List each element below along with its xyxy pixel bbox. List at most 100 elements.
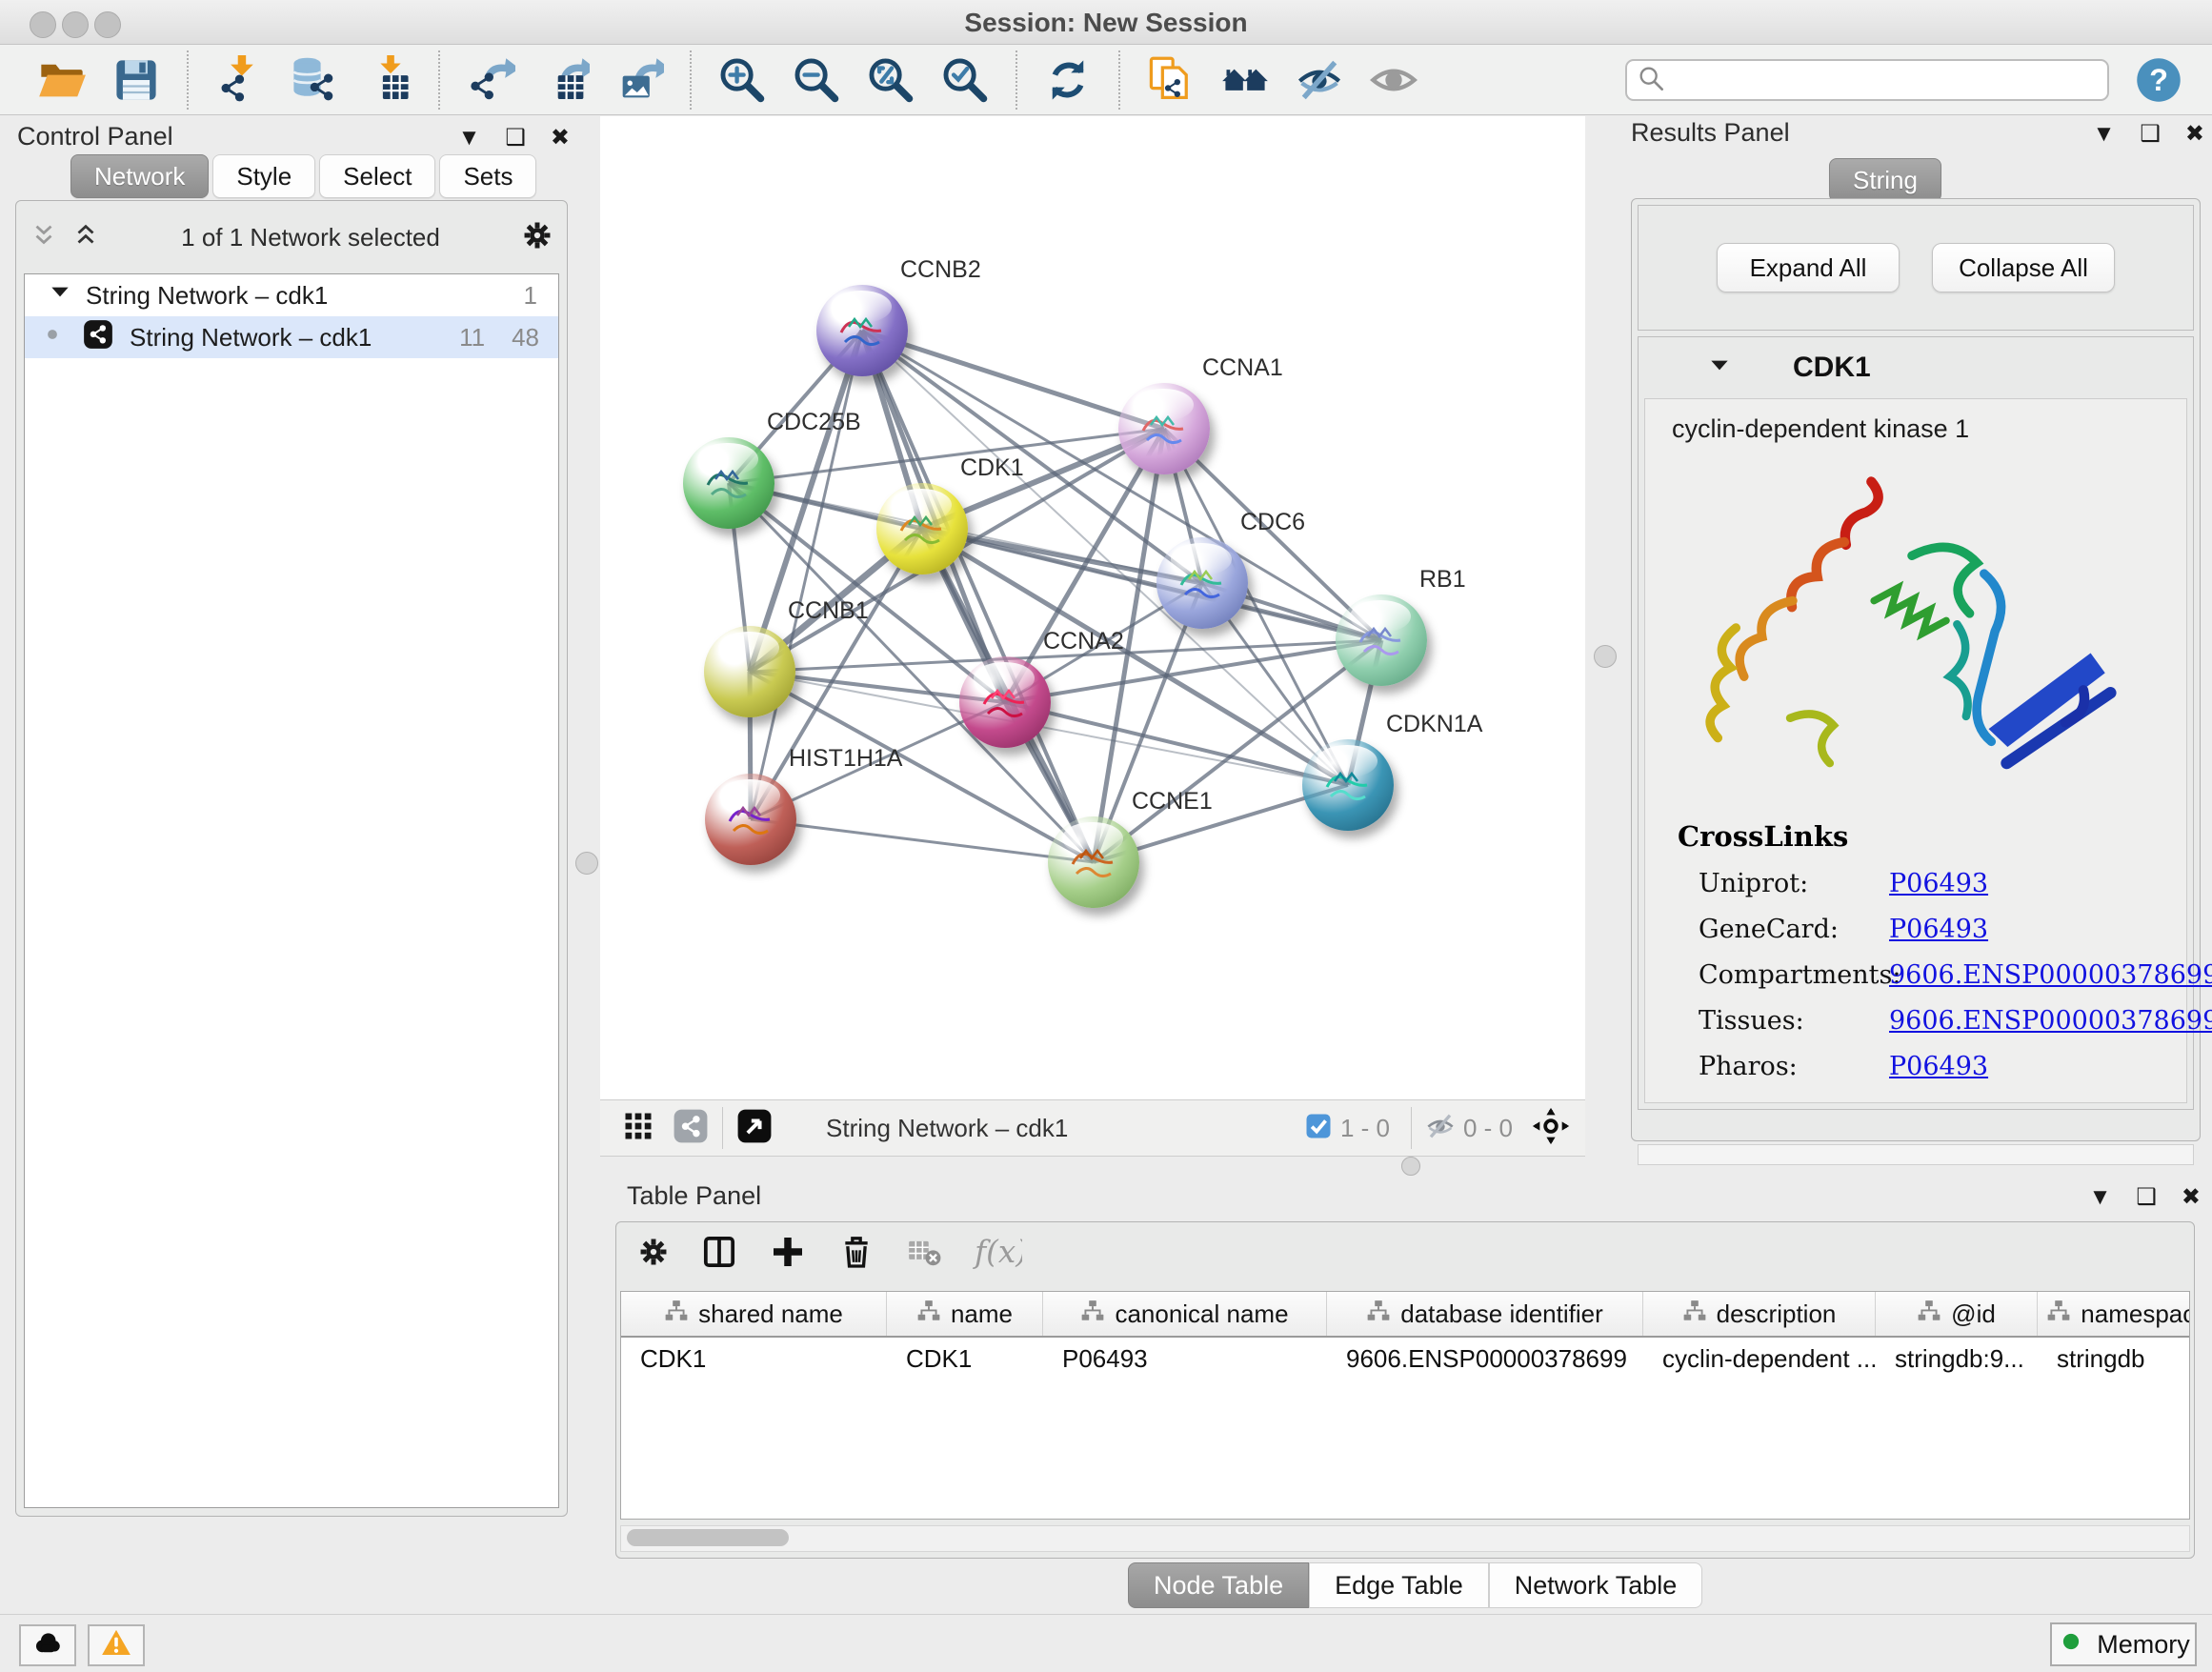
crosslink-link[interactable]: 9606.ENSP00000378699 bbox=[1889, 960, 2212, 990]
column-header-id[interactable]: @id bbox=[1876, 1292, 2038, 1336]
export-image-button[interactable] bbox=[602, 50, 676, 111]
close-panel-icon[interactable]: ✖ bbox=[2185, 120, 2204, 148]
crosslink-link[interactable]: P06493 bbox=[1889, 915, 1988, 944]
collection-expander-icon[interactable] bbox=[48, 280, 72, 312]
table-settings-gear-icon[interactable] bbox=[637, 1236, 670, 1273]
eye-hide-button[interactable] bbox=[1282, 50, 1357, 111]
table-cell[interactable]: CDK1 bbox=[887, 1344, 1043, 1374]
tab-string[interactable]: String bbox=[1829, 158, 1941, 202]
tab-select[interactable]: Select bbox=[319, 154, 435, 198]
add-column-icon[interactable] bbox=[769, 1233, 807, 1276]
save-floppy-button[interactable] bbox=[99, 50, 173, 111]
collapse-all-icon[interactable] bbox=[30, 221, 58, 254]
table-cell[interactable]: 9606.ENSP00000378699 bbox=[1327, 1344, 1643, 1374]
close-panel-icon[interactable]: ✖ bbox=[2182, 1183, 2201, 1211]
network-node-ccna2[interactable] bbox=[959, 656, 1051, 748]
zoom-in-button[interactable] bbox=[705, 50, 779, 111]
export-table-button[interactable] bbox=[528, 50, 602, 111]
toolbar-groups bbox=[25, 50, 1431, 111]
node-table[interactable]: shared name name canonical name database… bbox=[620, 1291, 2190, 1520]
tab-network-table[interactable]: Network Table bbox=[1489, 1562, 1703, 1608]
open-folder-button[interactable] bbox=[25, 50, 99, 111]
crosslink-link[interactable]: P06493 bbox=[1889, 1052, 1988, 1081]
network-node-hist1h1a[interactable] bbox=[705, 774, 796, 865]
network-share-icon[interactable] bbox=[673, 1108, 709, 1149]
panel-menu-icon[interactable]: ▼ bbox=[2093, 121, 2116, 148]
column-tree-icon bbox=[664, 1299, 689, 1330]
import-table-button[interactable] bbox=[351, 50, 425, 111]
network-node-cdk1[interactable] bbox=[876, 483, 968, 574]
network-node-ccna1[interactable] bbox=[1118, 383, 1210, 474]
import-network-button[interactable] bbox=[202, 50, 276, 111]
table-row[interactable]: CDK1CDK1P064939606.ENSP00000378699cyclin… bbox=[621, 1338, 2189, 1380]
column-header-namespace[interactable]: namespace bbox=[2038, 1292, 2190, 1336]
column-header-name[interactable]: name bbox=[887, 1292, 1043, 1336]
panel-menu-icon[interactable]: ▼ bbox=[458, 125, 481, 151]
collapse-all-button[interactable]: Collapse All bbox=[1932, 243, 2115, 292]
right-splitter-handle[interactable] bbox=[1594, 645, 1617, 668]
left-splitter[interactable] bbox=[573, 116, 600, 1174]
tab-node-table[interactable]: Node Table bbox=[1128, 1562, 1309, 1608]
column-header-description[interactable]: description bbox=[1643, 1292, 1876, 1336]
homes-button[interactable] bbox=[1208, 50, 1282, 111]
memory-button[interactable]: Memory bbox=[2050, 1622, 2197, 1666]
help-button[interactable]: ? bbox=[2134, 55, 2183, 105]
tab-sets[interactable]: Sets bbox=[439, 154, 536, 198]
network-node-rb1[interactable] bbox=[1336, 594, 1427, 686]
cloud-status-button[interactable] bbox=[19, 1624, 76, 1666]
tab-network[interactable]: Network bbox=[70, 154, 209, 198]
float-panel-icon[interactable]: ❑ bbox=[2136, 1183, 2157, 1211]
table-h-scrollbar[interactable] bbox=[620, 1525, 2190, 1552]
move-crosshair-icon[interactable] bbox=[1532, 1107, 1570, 1150]
column-header-canonicalname[interactable]: canonical name bbox=[1043, 1292, 1327, 1336]
tab-edge-table[interactable]: Edge Table bbox=[1309, 1562, 1489, 1608]
results-scrollbar[interactable] bbox=[1638, 1144, 2194, 1165]
crosslink-link[interactable]: P06493 bbox=[1889, 869, 1988, 898]
network-node-ccne1[interactable] bbox=[1048, 816, 1139, 908]
close-panel-icon[interactable]: ✖ bbox=[551, 124, 570, 151]
zoom-fit-button[interactable] bbox=[854, 50, 928, 111]
duplicate-network-button[interactable] bbox=[1134, 50, 1208, 111]
table-cell[interactable]: P06493 bbox=[1043, 1344, 1327, 1374]
delete-column-icon[interactable] bbox=[837, 1233, 875, 1276]
table-cell[interactable]: stringdb:9... bbox=[1876, 1344, 2038, 1374]
table-cell[interactable]: cyclin-dependent ... bbox=[1643, 1344, 1876, 1374]
network-node-cdc6[interactable] bbox=[1156, 537, 1248, 629]
refresh-button[interactable] bbox=[1031, 50, 1105, 111]
table-cell[interactable]: stringdb bbox=[2038, 1344, 2190, 1374]
table-cell[interactable]: CDK1 bbox=[621, 1344, 887, 1374]
float-panel-icon[interactable]: ❑ bbox=[505, 124, 526, 151]
thumbnail-grid-icon[interactable] bbox=[621, 1109, 655, 1148]
crosslink-link[interactable]: 9606.ENSP00000378699 bbox=[1889, 1006, 2212, 1036]
export-network-button[interactable] bbox=[453, 50, 528, 111]
network-collection-row[interactable]: String Network – cdk1 1 bbox=[25, 274, 558, 316]
right-splitter[interactable] bbox=[1585, 116, 1623, 1174]
network-node-ccnb1[interactable] bbox=[704, 626, 795, 717]
show-columns-icon[interactable] bbox=[700, 1233, 738, 1276]
horizontal-splitter-handle[interactable] bbox=[1401, 1157, 1420, 1176]
tab-style[interactable]: Style bbox=[212, 154, 315, 198]
table-h-scrollbar-thumb[interactable] bbox=[627, 1529, 789, 1546]
float-panel-icon[interactable]: ❑ bbox=[2140, 120, 2161, 148]
network-node-cdkn1a[interactable] bbox=[1302, 739, 1394, 831]
network-canvas[interactable]: CCNB2 CCNA1 CDC25B CDK1 CDC6 RB1CCNB1 CC… bbox=[600, 116, 1585, 1099]
gene-section-header[interactable]: CDK1 bbox=[1639, 337, 2193, 398]
expand-all-icon[interactable] bbox=[71, 221, 100, 254]
network-row-selected[interactable]: String Network – cdk1 11 48 bbox=[25, 316, 558, 358]
network-options-gear-icon[interactable] bbox=[521, 219, 553, 256]
zoom-selected-button[interactable] bbox=[928, 50, 1002, 111]
column-header-databaseidentifier[interactable]: database identifier bbox=[1327, 1292, 1643, 1336]
network-node-ccnb2[interactable] bbox=[816, 285, 908, 376]
gene-expander-icon[interactable] bbox=[1707, 353, 1732, 383]
warnings-button[interactable] bbox=[88, 1624, 145, 1666]
network-node-cdc25b[interactable] bbox=[683, 437, 774, 529]
import-database-button[interactable] bbox=[276, 50, 351, 111]
zoom-out-button[interactable] bbox=[779, 50, 854, 111]
panel-menu-icon[interactable]: ▼ bbox=[2089, 1184, 2112, 1211]
expand-all-button[interactable]: Expand All bbox=[1717, 243, 1900, 292]
search-input[interactable] bbox=[1625, 59, 2109, 101]
birdseye-view-icon[interactable] bbox=[736, 1108, 773, 1149]
selected-checkbox-icon[interactable] bbox=[1304, 1112, 1333, 1145]
column-header-sharedname[interactable]: shared name bbox=[621, 1292, 887, 1336]
left-splitter-handle[interactable] bbox=[575, 852, 598, 875]
